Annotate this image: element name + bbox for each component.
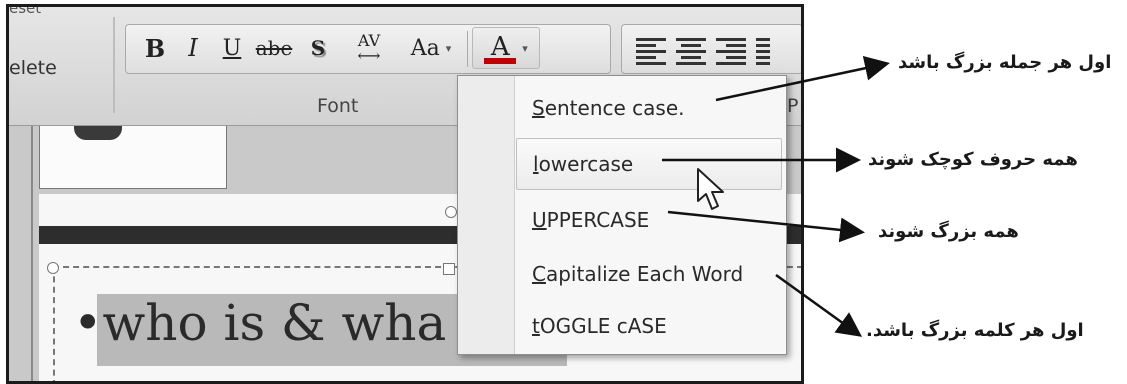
slide-logo-box (39, 126, 227, 189)
logo-image (74, 126, 122, 140)
resize-handle[interactable] (443, 263, 455, 275)
paragraph-group-label: P (787, 95, 799, 117)
change-case-menu: Sentence case. l owercase U PPERCASE Capit… (457, 75, 787, 355)
menu-item-lowercase[interactable]: l owercase (516, 138, 782, 190)
menu-item-label: PPERCASE (546, 208, 650, 232)
selected-text: who is & wha (102, 294, 447, 352)
annotation-lowercase: همه حروف کوچک شوند (868, 149, 1078, 170)
align-right-icon[interactable] (716, 35, 746, 65)
resize-handle[interactable] (47, 262, 59, 274)
slide-body-text[interactable]: •who is & wha (73, 294, 446, 352)
reset-button-label[interactable]: eset (9, 7, 41, 17)
align-center-icon[interactable] (676, 35, 706, 65)
menu-item-uppercase[interactable]: U PPERCASE (516, 194, 782, 246)
spacing-arrows-icon: ⟷ (357, 46, 381, 65)
underline-button[interactable]: U (216, 31, 248, 65)
annotation-capitalize: اول هر کلمه بزرگ باشد. (866, 320, 1084, 341)
font-color-swatch (484, 58, 517, 64)
ribbon-divider (113, 17, 115, 113)
access-key: t (532, 314, 540, 338)
menu-item-label: owercase (538, 152, 634, 176)
vertical-ruler (31, 126, 33, 381)
bullet: • (73, 294, 103, 352)
text-shadow-button[interactable]: S (302, 31, 334, 65)
menu-item-label: apitalize Each Word (545, 262, 744, 286)
mouse-cursor-icon (697, 168, 724, 210)
delete-button[interactable]: elete (9, 57, 57, 79)
chevron-down-icon: ▾ (445, 41, 452, 55)
menu-item-sentence-case[interactable]: Sentence case. (516, 82, 782, 134)
font-group-label: Font (317, 95, 359, 117)
screenshot-frame: eset elete B I U abe S AV ⟷ Aa ▾ A ▾ Fon… (6, 4, 804, 384)
menu-item-toggle-case[interactable]: t OGGLE cASE (516, 300, 782, 352)
menu-item-label: OGGLE cASE (539, 314, 667, 338)
bold-button[interactable]: B (140, 31, 170, 65)
change-case-button[interactable]: Aa ▾ (402, 31, 460, 65)
access-key: S (532, 96, 545, 120)
annotation-sentence-case: اول هر جمله بزرگ باشد (898, 52, 1112, 73)
chevron-down-icon: ▾ (522, 41, 528, 55)
access-key: U (532, 208, 547, 232)
character-spacing-button[interactable]: AV ⟷ (342, 31, 396, 65)
menu-item-label: entence case. (544, 96, 685, 120)
align-left-icon[interactable] (636, 35, 666, 65)
justify-icon[interactable] (756, 35, 770, 65)
font-toolbar: B I U abe S AV ⟷ Aa ▾ A ▾ (125, 24, 611, 74)
menu-item-capitalize-each-word[interactable]: Capitalize Each Word (516, 248, 782, 300)
italic-button[interactable]: I (178, 31, 208, 65)
strikethrough-button[interactable]: abe (254, 31, 294, 65)
annotation-uppercase: همه بزرگ شوند (878, 221, 1019, 242)
change-case-label: Aa (410, 35, 440, 61)
menu-icon-strip (458, 76, 515, 354)
resize-handle[interactable] (445, 206, 457, 218)
access-key: C (532, 262, 546, 286)
font-color-button[interactable]: A ▾ (472, 27, 540, 69)
toolbar-separator (467, 31, 468, 67)
paragraph-toolbar (621, 24, 801, 74)
